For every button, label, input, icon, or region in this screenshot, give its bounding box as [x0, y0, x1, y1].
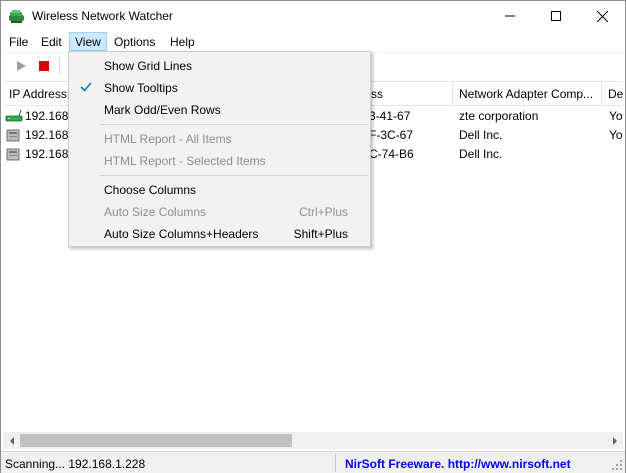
- cell-vendor: Dell Inc.: [459, 147, 503, 161]
- menu-options[interactable]: Options: [108, 32, 161, 51]
- minimize-button[interactable]: [487, 1, 533, 31]
- router-icon: [5, 109, 23, 122]
- menu-separator: [100, 175, 368, 176]
- app-window: Wireless Network Watcher File Edit View …: [0, 0, 626, 473]
- nirsoft-link[interactable]: NirSoft Freeware. http://www.nirsoft.net: [345, 457, 571, 471]
- stop-scan-button[interactable]: [34, 56, 54, 76]
- menu-item-choose-columns[interactable]: Choose Columns: [71, 178, 368, 200]
- network-watcher-app-icon: [9, 10, 24, 23]
- cell-mac: F-3C-67: [369, 128, 414, 142]
- cell-device: You: [609, 109, 623, 123]
- menu-item-html-report-all[interactable]: HTML Report - All Items: [71, 127, 368, 149]
- shortcut-ctrl-plus: Ctrl+Plus: [298, 205, 348, 219]
- scroll-thumb[interactable]: [20, 434, 292, 447]
- menu-help[interactable]: Help: [164, 32, 201, 51]
- cell-mac: C-74-B6: [369, 147, 414, 161]
- stop-icon: [39, 61, 49, 71]
- scan-status-text: Scanning... 192.168.1.228: [5, 457, 146, 471]
- menu-view[interactable]: View: [69, 32, 107, 51]
- cell-device: You: [609, 128, 623, 142]
- status-separator: [335, 454, 336, 472]
- menu-file[interactable]: File: [3, 32, 34, 51]
- menu-item-show-grid-lines[interactable]: Show Grid Lines: [71, 54, 368, 76]
- toolbar-separator: [59, 57, 60, 75]
- column-header-adapter-company[interactable]: Network Adapter Comp...: [453, 82, 602, 106]
- computer-icon: [6, 129, 20, 142]
- cell-vendor: zte corporation: [459, 109, 539, 123]
- menu-separator: [100, 124, 368, 125]
- menu-item-show-tooltips[interactable]: Show Tooltips: [71, 76, 368, 98]
- cell-vendor: Dell Inc.: [459, 128, 503, 142]
- menu-edit[interactable]: Edit: [35, 32, 68, 51]
- maximize-icon: [551, 11, 561, 21]
- window-title: Wireless Network Watcher: [32, 9, 173, 23]
- cell-ip: 192.168.: [25, 109, 72, 123]
- scroll-left-button[interactable]: [3, 432, 20, 449]
- cell-ip: 192.168.: [25, 128, 72, 142]
- start-scan-button[interactable]: [11, 56, 31, 76]
- view-dropdown-menu: Show Grid Lines Show Tooltips Mark Odd/E…: [68, 51, 371, 247]
- shortcut-shift-plus: Shift+Plus: [293, 227, 348, 241]
- menu-item-html-report-selected[interactable]: HTML Report - Selected Items: [71, 149, 368, 171]
- resize-grip-icon[interactable]: [611, 459, 623, 471]
- maximize-button[interactable]: [533, 1, 579, 31]
- horizontal-scrollbar[interactable]: [3, 432, 623, 449]
- column-header-mac-address[interactable]: ss: [363, 82, 453, 106]
- menu-bar: File Edit View Options Help: [1, 31, 625, 51]
- menu-item-mark-odd-even-rows[interactable]: Mark Odd/Even Rows: [71, 98, 368, 120]
- play-icon: [17, 61, 26, 71]
- status-bar: Scanning... 192.168.1.228 NirSoft Freewa…: [1, 451, 625, 473]
- minimize-icon: [505, 15, 515, 17]
- checkmark-icon: [80, 82, 92, 92]
- chevron-right-icon: [612, 436, 617, 445]
- close-button[interactable]: [579, 1, 625, 31]
- chevron-left-icon: [9, 436, 14, 445]
- column-header-device[interactable]: Dev: [602, 82, 623, 106]
- title-bar[interactable]: Wireless Network Watcher: [1, 1, 625, 31]
- cell-ip: 192.168.: [25, 147, 72, 161]
- menu-item-auto-size-columns[interactable]: Auto Size Columns Ctrl+Plus: [71, 200, 368, 222]
- menu-item-auto-size-columns-headers[interactable]: Auto Size Columns+Headers Shift+Plus: [71, 222, 368, 244]
- computer-icon: [6, 148, 20, 161]
- scroll-right-button[interactable]: [606, 432, 623, 449]
- cell-mac: 3-41-67: [369, 109, 411, 123]
- close-icon: [596, 10, 608, 22]
